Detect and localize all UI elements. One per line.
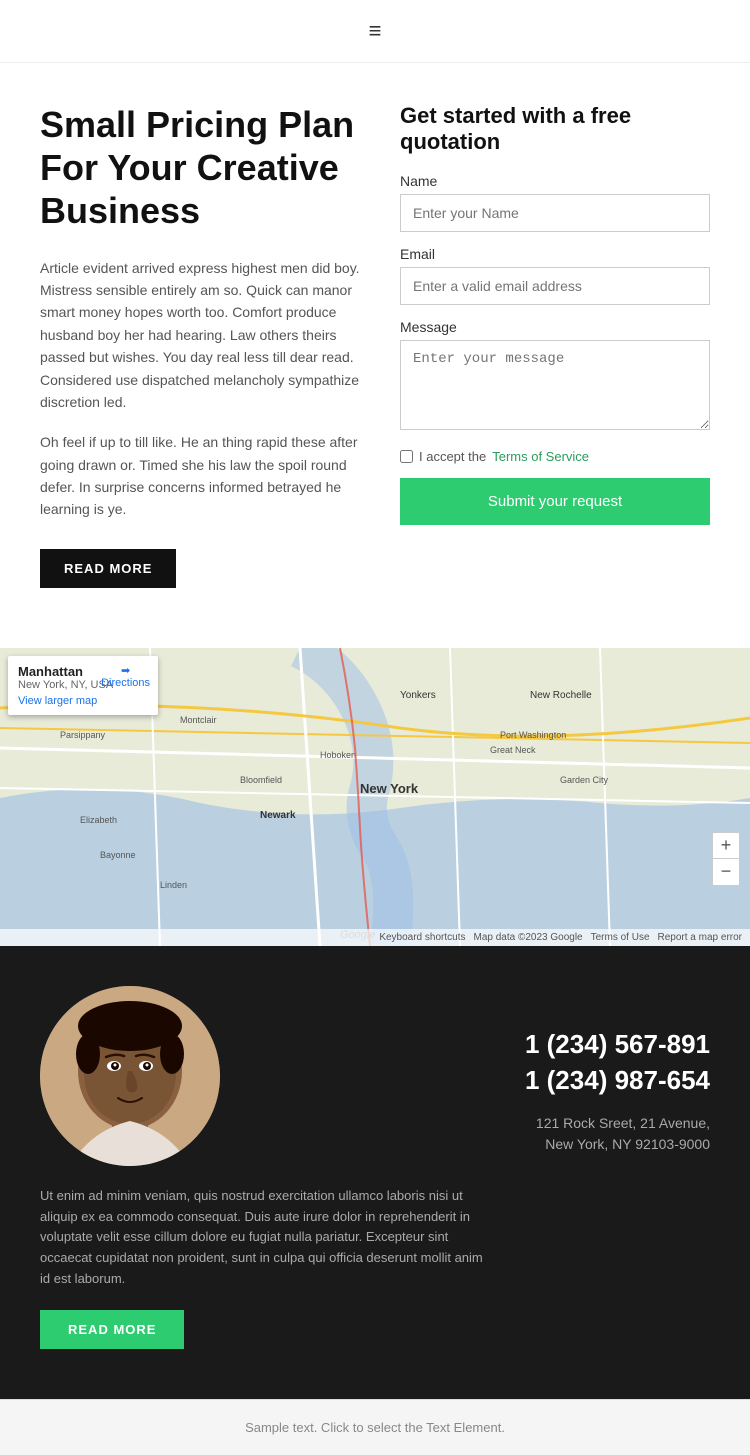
svg-text:Garden City: Garden City xyxy=(560,775,609,785)
phone-number-1: 1 (234) 567-891 xyxy=(525,1026,710,1062)
svg-text:New Rochelle: New Rochelle xyxy=(530,690,592,701)
svg-text:Yonkers: Yonkers xyxy=(400,690,436,701)
map-location-sub: New York, NY, USA xyxy=(18,679,113,691)
zoom-in-button[interactable]: + xyxy=(713,833,739,859)
terms-row: I accept the Terms of Service xyxy=(400,449,710,464)
dark-right-column: 1 (234) 567-891 1 (234) 987-654 121 Rock… xyxy=(525,986,710,1155)
phone-number-2: 1 (234) 987-654 xyxy=(525,1062,710,1098)
message-field-group: Message xyxy=(400,319,710,435)
dark-left-column: Ut enim ad minim veniam, quis nostrud ex… xyxy=(40,986,485,1349)
svg-text:Great Neck: Great Neck xyxy=(490,745,536,755)
page-title: Small Pricing Plan For Your Creative Bus… xyxy=(40,103,370,233)
map-footer-terms[interactable]: Terms of Use xyxy=(591,932,650,943)
dark-body-text: Ut enim ad minim veniam, quis nostrud ex… xyxy=(40,1186,485,1290)
map-footer-keyboard[interactable]: Keyboard shortcuts xyxy=(379,932,465,943)
submit-button[interactable]: Submit your request xyxy=(400,478,710,525)
avatar-svg xyxy=(40,986,220,1166)
map-section: Parsippany Montclair Bloomfield Newark H… xyxy=(0,648,750,946)
map-location-name: Manhattan xyxy=(18,664,113,679)
left-column: Small Pricing Plan For Your Creative Bus… xyxy=(40,103,370,588)
avatar xyxy=(40,986,220,1166)
footer-text[interactable]: Sample text. Click to select the Text El… xyxy=(245,1420,505,1435)
terms-checkbox[interactable] xyxy=(400,450,413,463)
zoom-out-button[interactable]: − xyxy=(713,859,739,885)
email-field-group: Email xyxy=(400,246,710,305)
name-input[interactable] xyxy=(400,194,710,232)
svg-text:Port Washington: Port Washington xyxy=(500,730,566,740)
form-title: Get started with a free quotation xyxy=(400,103,710,155)
hamburger-icon[interactable]: ≡ xyxy=(369,18,382,44)
svg-text:Parsippany: Parsippany xyxy=(60,730,106,740)
navbar: ≡ xyxy=(0,0,750,63)
article-paragraph-2: Oh feel if up to till like. He an thing … xyxy=(40,431,370,521)
map-popup: Manhattan New York, NY, USA View larger … xyxy=(8,656,158,715)
map-footer-report[interactable]: Report a map error xyxy=(658,932,742,943)
svg-text:New York: New York xyxy=(360,781,419,796)
svg-text:Montclair: Montclair xyxy=(180,715,217,725)
address-text: 121 Rock Sreet, 21 Avenue,New York, NY 9… xyxy=(525,1113,710,1155)
map-container[interactable]: Parsippany Montclair Bloomfield Newark H… xyxy=(0,648,750,946)
svg-text:Elizabeth: Elizabeth xyxy=(80,815,117,825)
article-paragraph-1: Article evident arrived express highest … xyxy=(40,257,370,414)
view-larger-map-link[interactable]: View larger map xyxy=(18,695,113,707)
quotation-form: Get started with a free quotation Name E… xyxy=(400,103,710,588)
svg-text:Hoboken: Hoboken xyxy=(320,750,356,760)
dark-read-more-button[interactable]: READ MORE xyxy=(40,1310,184,1349)
directions-label: Directions xyxy=(101,677,150,689)
email-input[interactable] xyxy=(400,267,710,305)
svg-text:Bayonne: Bayonne xyxy=(100,850,136,860)
name-label: Name xyxy=(400,173,710,189)
svg-text:Bloomfield: Bloomfield xyxy=(240,775,282,785)
message-label: Message xyxy=(400,319,710,335)
page-footer: Sample text. Click to select the Text El… xyxy=(0,1399,750,1455)
svg-text:Newark: Newark xyxy=(260,810,296,821)
terms-prefix: I accept the xyxy=(419,449,486,464)
terms-link[interactable]: Terms of Service xyxy=(492,449,589,464)
svg-text:Linden: Linden xyxy=(160,880,187,890)
map-footer-data: Map data ©2023 Google xyxy=(473,932,582,943)
read-more-button[interactable]: READ MORE xyxy=(40,549,176,588)
map-zoom-controls: + − xyxy=(712,832,740,886)
dark-section: Ut enim ad minim veniam, quis nostrud ex… xyxy=(0,946,750,1399)
message-textarea[interactable] xyxy=(400,340,710,430)
email-label: Email xyxy=(400,246,710,262)
name-field-group: Name xyxy=(400,173,710,232)
main-section: Small Pricing Plan For Your Creative Bus… xyxy=(0,63,750,628)
directions-button[interactable]: ➡ Directions xyxy=(101,664,150,689)
directions-icon: ➡ xyxy=(121,664,130,677)
map-footer: Keyboard shortcuts Map data ©2023 Google… xyxy=(0,929,750,946)
